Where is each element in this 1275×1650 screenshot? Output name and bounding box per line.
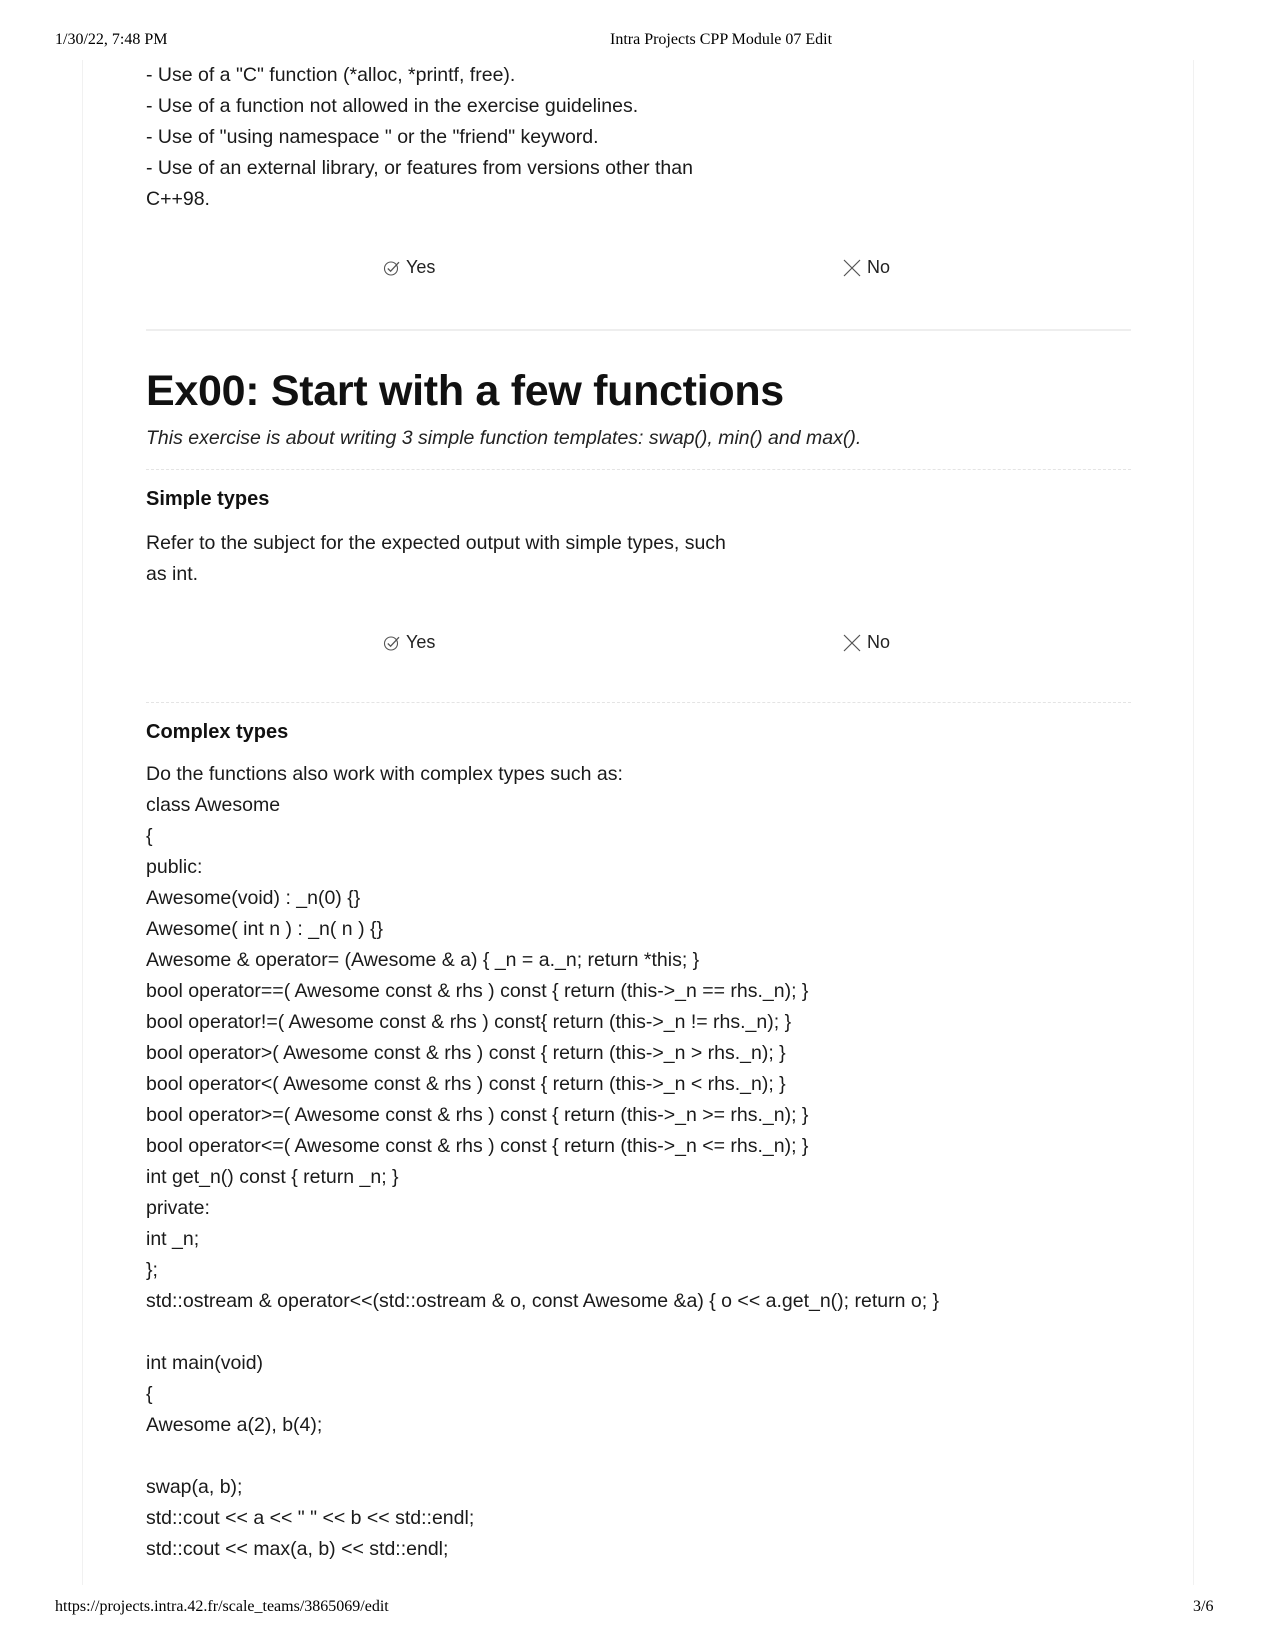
no-button[interactable]: No [842, 257, 890, 278]
code-line: std::ostream & operator<<(std::ostream &… [146, 1290, 940, 1312]
sub-divider [146, 469, 1131, 470]
code-line: bool operator>( Awesome const & rhs ) co… [146, 1042, 786, 1064]
print-page-title: Intra Projects CPP Module 07 Edit [610, 31, 833, 48]
complex-types-body: Do the functions also work with complex … [146, 759, 1131, 1565]
text-line: as int. [146, 563, 199, 585]
yes-label: Yes [406, 632, 436, 652]
yes-label: Yes [406, 257, 436, 277]
evaluation-content: - Use of a "C" function (*alloc, *printf… [146, 60, 1131, 1565]
print-header: 1/30/22, 7:48 PM Intra Projects CPP Modu… [0, 31, 1275, 53]
code-line: std::cout << max(a, b) << std::endl; [146, 1538, 449, 1560]
no-label: No [867, 257, 891, 277]
text-line: Refer to the subject for the expected ou… [146, 532, 726, 554]
simple-types-body: Refer to the subject for the expected ou… [146, 528, 1131, 590]
simple-types-title: Simple types [146, 488, 270, 510]
close-icon [842, 633, 862, 653]
check-circle-icon [383, 259, 401, 277]
section-divider [146, 329, 1131, 331]
print-footer: https://projects.intra.42.fr/scale_teams… [0, 1598, 1275, 1620]
code-line: public: [146, 856, 203, 878]
text-line: Do the functions also work with complex … [146, 763, 623, 785]
print-url: https://projects.intra.42.fr/scale_teams… [55, 1598, 389, 1615]
list-item: - Use of a function not allowed in the e… [146, 95, 639, 117]
code-line: Awesome(void) : _n(0) {} [146, 887, 361, 909]
code-line: Awesome( int n ) : _n( n ) {} [146, 918, 383, 940]
code-line: { [146, 825, 153, 847]
code-line: bool operator==( Awesome const & rhs ) c… [146, 980, 809, 1002]
code-line: bool operator>=( Awesome const & rhs ) c… [146, 1104, 809, 1126]
code-line: Awesome a(2), b(4); [146, 1414, 323, 1436]
close-icon [842, 258, 862, 278]
list-item: - Use of "using namespace " or the "frie… [146, 126, 599, 148]
yes-button[interactable]: Yes [383, 632, 435, 653]
list-item: - Use of a "C" function (*alloc, *printf… [146, 64, 516, 86]
code-line: { [146, 1383, 153, 1405]
sub-divider [146, 702, 1131, 703]
code-line: }; [146, 1259, 158, 1281]
code-line: bool operator!=( Awesome const & rhs ) c… [146, 1011, 792, 1033]
code-line: swap(a, b); [146, 1476, 243, 1498]
section-title: Ex00: Start with a few functions [146, 367, 784, 415]
list-item: - Use of an external library, or feature… [146, 157, 693, 179]
code-line: int get_n() const { return _n; } [146, 1166, 399, 1188]
section-description: This exercise is about writing 3 simple … [146, 427, 862, 449]
complex-types-title: Complex types [146, 721, 289, 743]
list-item: C++98. [146, 188, 210, 210]
print-datetime: 1/30/22, 7:48 PM [55, 31, 168, 48]
code-line: private: [146, 1197, 210, 1219]
no-button[interactable]: No [842, 632, 890, 653]
print-page-number: 3/6 [1193, 1598, 1214, 1615]
code-line: Awesome & operator= (Awesome & a) { _n =… [146, 949, 700, 971]
code-line: int main(void) [146, 1352, 264, 1374]
code-line: std::cout << a << " " << b << std::endl; [146, 1507, 475, 1529]
code-line: int _n; [146, 1228, 200, 1250]
code-line: bool operator<=( Awesome const & rhs ) c… [146, 1135, 809, 1157]
simple-types-choices: Yes No [146, 632, 1131, 662]
forbidden-usage-list: - Use of a "C" function (*alloc, *printf… [146, 60, 1131, 215]
yes-button[interactable]: Yes [383, 257, 435, 278]
check-circle-icon [383, 634, 401, 652]
no-label: No [867, 632, 891, 652]
forbidden-usage-choices: Yes No [146, 257, 1131, 287]
code-line: bool operator<( Awesome const & rhs ) co… [146, 1073, 786, 1095]
code-line: class Awesome [146, 794, 281, 816]
